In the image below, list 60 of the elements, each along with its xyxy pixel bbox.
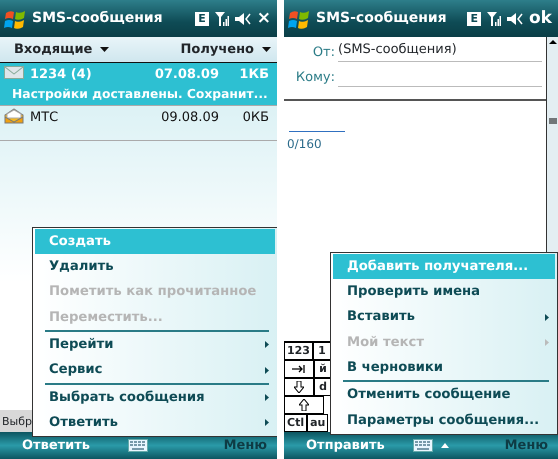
counter-rule (289, 131, 345, 132)
field-label: От: (312, 44, 336, 62)
menu-item[interactable]: Сервис (35, 357, 275, 383)
menu-item[interactable]: Проверить имена (333, 279, 555, 305)
submenu-arrow-icon (265, 341, 269, 348)
folder-dropdown[interactable]: Входящие (14, 40, 110, 60)
open-envelope-icon (4, 108, 24, 124)
signal-icon[interactable] (214, 10, 229, 26)
left-softkey[interactable]: Ответить (22, 436, 90, 456)
sender: 1234 (4) (30, 66, 93, 84)
shift-key-icon (299, 399, 309, 411)
field-label: Кому: (294, 68, 336, 86)
submenu-arrow-icon (545, 339, 549, 346)
keyboard-key[interactable]: Ctl (284, 414, 308, 432)
envelope-icon (4, 65, 24, 79)
menu-item[interactable]: Удалить (35, 254, 275, 280)
dropdown-caret-icon[interactable] (262, 47, 271, 52)
keyboard-key[interactable]: au (307, 414, 328, 432)
keyboard-icon[interactable] (412, 439, 433, 452)
keyboard-key[interactable]: 1 (312, 342, 331, 360)
title-action-button[interactable]: ok (529, 10, 552, 27)
submenu-arrow-icon (545, 314, 549, 321)
keyboard-key[interactable] (284, 360, 314, 378)
signal-icon[interactable] (487, 10, 501, 26)
sort-label: Получено (180, 40, 254, 59)
size: 1КБ (238, 66, 269, 84)
menu-item[interactable]: В черновики (333, 355, 555, 380)
window-title: SMS-сообщения (32, 9, 164, 28)
window-title: SMS-сообщения (316, 9, 448, 28)
folder-label: Входящие (14, 40, 92, 59)
keyboard-icon[interactable] (128, 439, 148, 452)
submenu-arrow-icon (265, 394, 269, 401)
menu-item[interactable]: Параметры сообщения... (333, 408, 555, 434)
scroll-thumb-icon[interactable] (548, 117, 558, 125)
title-action-button[interactable]: × (256, 10, 271, 27)
character-counter: 0/160 (286, 136, 323, 153)
sender: МТС (30, 108, 60, 127)
size: 0КБ (242, 108, 269, 127)
up-caret-icon[interactable] (440, 443, 449, 448)
sort-dropdown[interactable]: Получено (180, 40, 271, 60)
scroll-up-arrow-icon[interactable] (547, 37, 558, 47)
speaker-icon[interactable] (507, 12, 523, 26)
keyboard-key[interactable] (284, 396, 324, 414)
left-softkey[interactable]: Отправить (306, 436, 385, 456)
network-type-badge: E (195, 12, 209, 26)
caps-lock-icon (294, 381, 304, 393)
submenu-arrow-icon (265, 366, 269, 374)
speaker-icon[interactable] (234, 12, 251, 26)
message-preview: Настройки доставлены. Сохранит... (12, 86, 269, 102)
network-type-badge: E (467, 12, 481, 26)
dropdown-caret-icon[interactable] (100, 47, 110, 52)
sender-field: (SMS-сообщения) (338, 40, 542, 62)
menu-item[interactable]: Вставить (333, 304, 555, 330)
date: 07.08.09 (154, 66, 219, 84)
submenu-arrow-icon (265, 419, 269, 426)
keyboard-key[interactable]: 123 (284, 342, 313, 360)
keyboard-key[interactable] (284, 378, 314, 396)
message-row[interactable]: МТС 09.08.09 0КБ (0, 106, 277, 141)
tab-key-icon (292, 365, 306, 373)
date: 09.08.09 (161, 108, 219, 127)
